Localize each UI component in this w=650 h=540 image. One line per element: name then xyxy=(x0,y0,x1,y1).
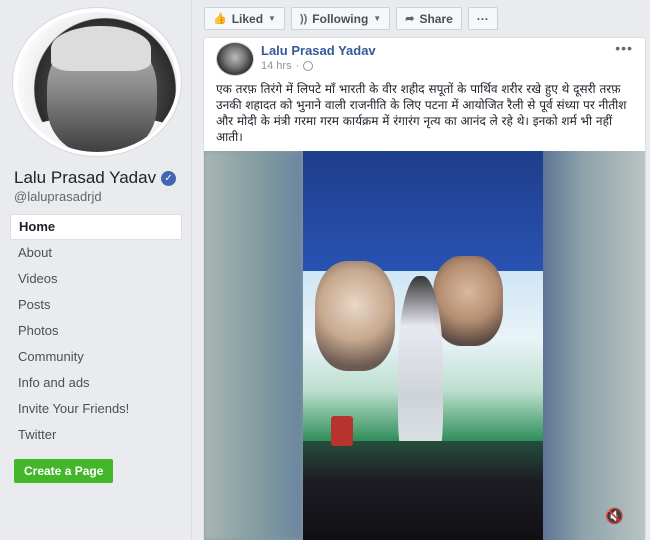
photo-hair xyxy=(51,26,151,71)
chevron-down-icon: ▼ xyxy=(268,14,276,23)
post-options-icon[interactable]: ••• xyxy=(615,40,633,56)
feed-post: Lalu Prasad Yadav 14 hrs · ••• एक तरफ़ त… xyxy=(203,37,646,540)
video-blur-left xyxy=(204,151,303,540)
video-frame xyxy=(303,151,543,540)
globe-icon[interactable] xyxy=(303,61,314,71)
nav-item-home[interactable]: Home xyxy=(10,214,182,240)
share-button[interactable]: ➦ Share xyxy=(396,7,462,30)
page-title[interactable]: Lalu Prasad Yadav ✓ xyxy=(14,168,177,188)
following-button[interactable]: )) Following ▼ xyxy=(290,7,391,30)
nav-item-twitter[interactable]: Twitter xyxy=(10,422,182,448)
banner-portrait xyxy=(315,261,395,371)
profile-picture[interactable] xyxy=(13,8,181,156)
thumbs-up-icon: 👍 xyxy=(213,13,227,25)
page-action-bar: 👍 Liked ▼ )) Following ▼ ➦ Share ··· xyxy=(204,7,504,30)
video-player[interactable]: 🔇 xyxy=(204,151,645,540)
post-text: एक तरफ़ तिरंगे में लिपटे माँ भारती के वी… xyxy=(216,82,627,144)
nav-item-photos[interactable]: Photos xyxy=(10,318,182,344)
page-nav: Home About Videos Posts Photos Community… xyxy=(10,214,182,448)
page-sidebar: Lalu Prasad Yadav ✓ @laluprasadrjd Home … xyxy=(0,0,192,540)
post-author-name[interactable]: Lalu Prasad Yadav xyxy=(261,43,376,58)
create-page-button[interactable]: Create a Page xyxy=(14,459,114,483)
separator-dot: · xyxy=(295,60,300,72)
share-label: Share xyxy=(419,11,453,26)
post-meta: 14 hrs · xyxy=(261,60,314,72)
rss-icon: )) xyxy=(299,12,308,25)
red-chair xyxy=(331,416,353,446)
liked-button[interactable]: 👍 Liked ▼ xyxy=(204,7,285,30)
nav-item-invite-friends[interactable]: Invite Your Friends! xyxy=(10,396,182,422)
nav-item-about[interactable]: About xyxy=(10,240,182,266)
mute-icon[interactable]: 🔇 xyxy=(605,508,627,526)
video-blur-right xyxy=(543,151,645,540)
verified-badge-icon: ✓ xyxy=(161,170,177,186)
more-dots-icon: ··· xyxy=(476,11,489,26)
nav-item-info-and-ads[interactable]: Info and ads xyxy=(10,370,182,396)
following-label: Following xyxy=(312,11,369,26)
nav-item-videos[interactable]: Videos xyxy=(10,266,182,292)
profile-photo xyxy=(17,12,177,152)
liked-label: Liked xyxy=(231,11,264,26)
post-author-avatar[interactable] xyxy=(216,42,254,76)
chevron-down-icon: ▼ xyxy=(373,14,382,23)
page-handle[interactable]: @laluprasadrjd xyxy=(14,189,102,204)
nav-item-posts[interactable]: Posts xyxy=(10,292,182,318)
nav-item-community[interactable]: Community xyxy=(10,344,182,370)
banner-portrait-2 xyxy=(433,256,503,346)
stage-floor xyxy=(303,441,543,540)
share-arrow-icon: ➦ xyxy=(405,13,415,25)
more-actions-button[interactable]: ··· xyxy=(467,7,498,30)
page-title-text[interactable]: Lalu Prasad Yadav xyxy=(14,168,156,188)
post-timestamp[interactable]: 14 hrs xyxy=(261,60,292,72)
